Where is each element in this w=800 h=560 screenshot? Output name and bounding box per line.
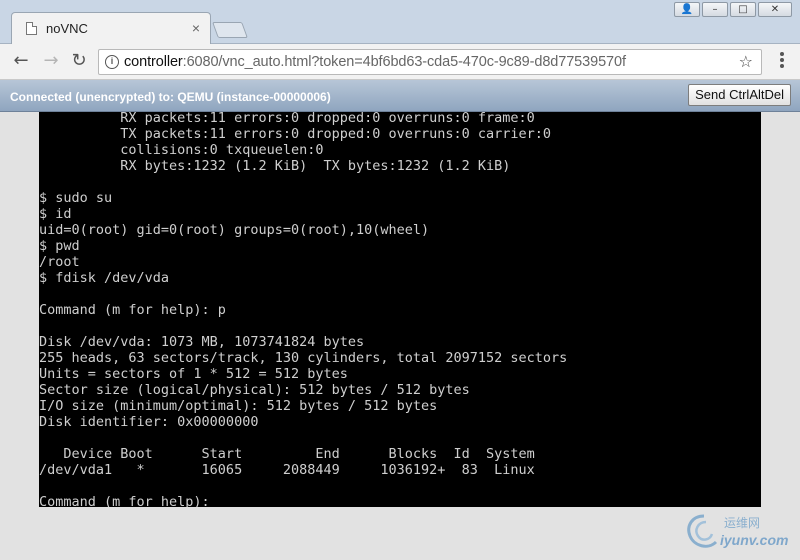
reload-button[interactable]: ↻: [68, 50, 90, 72]
menu-dot-icon: [780, 52, 784, 56]
terminal-line: collisions:0 txqueuelen:0: [39, 142, 324, 158]
tab-novnc[interactable]: noVNC ×: [11, 12, 211, 44]
terminal-line: /dev/vda1 * 16065 2088449 1036192+ 83 Li…: [39, 462, 535, 478]
terminal-line: 255 heads, 63 sectors/track, 130 cylinde…: [39, 350, 568, 366]
terminal-line: Sector size (logical/physical): 512 byte…: [39, 382, 470, 398]
menu-dot-icon: [780, 64, 784, 68]
send-ctrl-alt-del-button[interactable]: Send CtrlAltDel: [688, 84, 791, 106]
minimize-button[interactable]: –: [702, 2, 728, 17]
terminal-line: /root: [39, 254, 80, 270]
menu-dot-icon: [780, 58, 784, 62]
page-info-icon[interactable]: i: [105, 55, 119, 69]
terminal-line: $ sudo su: [39, 190, 113, 206]
close-window-button[interactable]: ✕: [758, 2, 792, 17]
tab-strip: noVNC × 👤 – □ ✕: [0, 0, 800, 44]
url-host: controller: [124, 54, 183, 70]
watermark-url-text: iyunv.com: [720, 532, 789, 548]
back-button[interactable]: ←: [10, 50, 32, 72]
terminal-line: Units = sectors of 1 * 512 = 512 bytes: [39, 366, 348, 382]
address-bar[interactable]: i controller:6080/vnc_auto.html?token=4b…: [98, 49, 762, 75]
browser-window: noVNC × 👤 – □ ✕ ← → ↻ i controller:6080/…: [0, 0, 800, 560]
chrome-menu-button[interactable]: [780, 52, 786, 70]
terminal-line: Disk /dev/vda: 1073 MB, 1073741824 bytes: [39, 334, 365, 350]
terminal-line: Disk identifier: 0x00000000: [39, 414, 259, 430]
terminal-output: RX packets:11 errors:0 dropped:0 overrun…: [39, 112, 567, 507]
terminal-line: $ pwd: [39, 238, 80, 254]
connection-status: Connected (unencrypted) to: QEMU (instan…: [10, 90, 331, 104]
new-tab-button[interactable]: [212, 22, 248, 38]
vnc-console-screen[interactable]: RX packets:11 errors:0 dropped:0 overrun…: [39, 112, 761, 507]
terminal-line: $ fdisk /dev/vda: [39, 270, 170, 286]
terminal-line: uid=0(root) gid=0(root) groups=0(root),1…: [39, 222, 430, 238]
terminal-line: $ id: [39, 206, 72, 222]
terminal-line: Command (m for help): p: [39, 302, 226, 318]
browser-toolbar: ← → ↻ i controller:6080/vnc_auto.html?to…: [0, 44, 800, 80]
terminal-line: Device Boot Start End Blocks Id System: [39, 446, 535, 462]
terminal-line: RX bytes:1232 (1.2 KiB) TX bytes:1232 (1…: [39, 158, 511, 174]
bookmark-star-icon[interactable]: ☆: [739, 52, 753, 71]
user-profile-button[interactable]: 👤: [674, 2, 700, 17]
watermark-cn-text: 运维网: [724, 516, 761, 530]
terminal-line: RX packets:11 errors:0 dropped:0 overrun…: [39, 112, 535, 126]
vnc-viewport: RX packets:11 errors:0 dropped:0 overrun…: [0, 112, 800, 560]
tab-close-icon[interactable]: ×: [192, 20, 200, 36]
page-favicon-icon: [26, 22, 37, 35]
watermark-logo: 运维网 iyunv.com: [684, 512, 796, 556]
terminal-line: Command (m for help):: [39, 494, 218, 507]
novnc-status-bar: Connected (unencrypted) to: QEMU (instan…: [0, 80, 800, 112]
window-controls: 👤 – □ ✕: [674, 2, 792, 18]
terminal-line: TX packets:11 errors:0 dropped:0 overrun…: [39, 126, 552, 142]
url-text[interactable]: controller:6080/vnc_auto.html?token=4bf6…: [124, 54, 626, 70]
tab-title: noVNC: [46, 21, 88, 36]
url-path: :6080/vnc_auto.html?token=4bf6bd63-cda5-…: [182, 54, 626, 70]
watermark-swirl-icon: [687, 514, 718, 548]
maximize-button[interactable]: □: [730, 2, 756, 17]
terminal-line: I/O size (minimum/optimal): 512 bytes / …: [39, 398, 438, 414]
forward-button[interactable]: →: [40, 50, 62, 72]
